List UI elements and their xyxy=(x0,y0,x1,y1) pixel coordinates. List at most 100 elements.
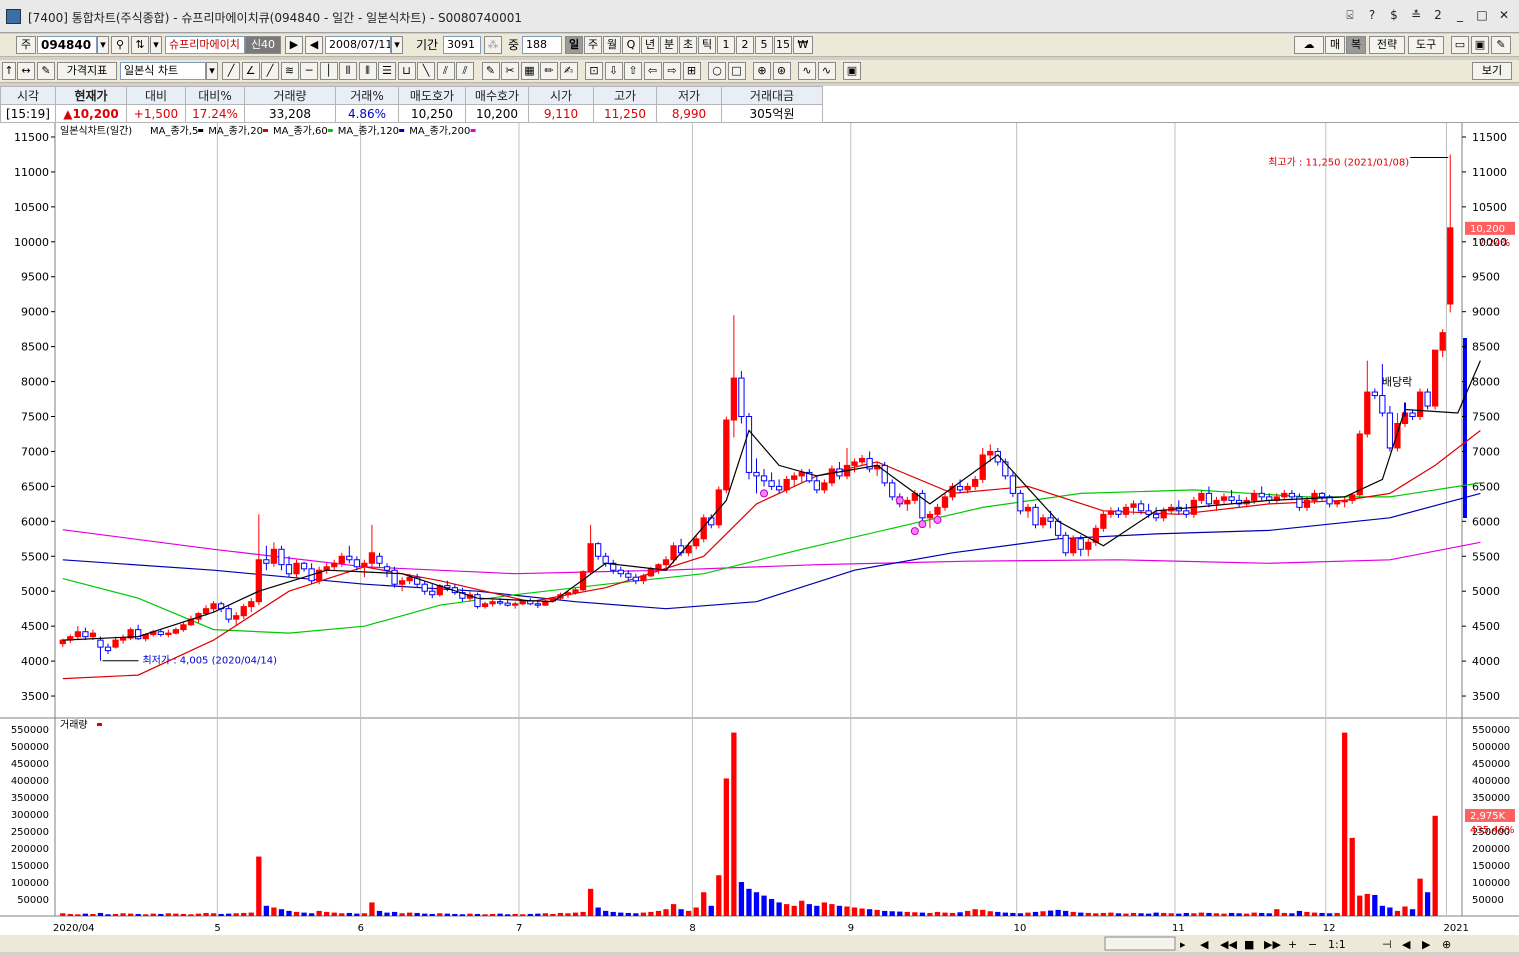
candle-body xyxy=(926,513,934,519)
candle-body xyxy=(157,631,164,636)
square-tool-icon[interactable]: □ xyxy=(727,62,746,80)
candle-body xyxy=(1281,492,1288,498)
candle-body xyxy=(1039,517,1047,526)
sort-icon[interactable]: ⇅ xyxy=(131,36,149,54)
volume-bar xyxy=(1319,912,1325,916)
candle-body xyxy=(1198,492,1205,501)
save-icon[interactable]: ▣ xyxy=(1471,36,1489,54)
currency-icon[interactable]: $ xyxy=(1385,6,1403,24)
interval-tick[interactable]: 틱 xyxy=(698,36,716,54)
interval-day[interactable]: 일 xyxy=(565,36,583,54)
zoom-in-tool-icon[interactable]: ⊕ xyxy=(753,62,771,80)
stock-name-field[interactable]: 슈프리마에이치 xyxy=(165,36,245,54)
count-input[interactable]: 188 xyxy=(522,36,562,54)
search-icon[interactable]: ⚲ xyxy=(111,36,129,54)
right-tool-icon[interactable]: ⇨ xyxy=(663,62,681,80)
cycle2-tool-icon[interactable]: ⦀ xyxy=(358,62,377,80)
volume-bar xyxy=(293,911,300,916)
close-button[interactable]: ✕ xyxy=(1495,6,1513,24)
interval-2[interactable]: 2 xyxy=(736,36,754,54)
move-icon[interactable]: ↔ xyxy=(17,62,35,80)
hline-tool-icon[interactable]: ─ xyxy=(300,62,318,80)
multi-button[interactable]: 복 xyxy=(1346,36,1366,54)
interval-15[interactable]: 15 xyxy=(774,36,792,54)
trade-button[interactable]: 매 xyxy=(1325,36,1345,54)
chart-svg[interactable]: 2020/04 5 6 7 8 9 10 11 12 2021 3500 3500 4000 4000 45… xyxy=(0,123,1519,952)
circle-tool-icon[interactable]: ○ xyxy=(708,62,726,80)
grid-tool-icon[interactable]: ▦ xyxy=(520,62,539,80)
market-select[interactable]: 주 xyxy=(16,36,36,54)
zoom-fit-tool-icon[interactable]: ⊛ xyxy=(772,62,791,80)
candle-body xyxy=(1100,513,1107,529)
chart-area[interactable]: 2020/04 5 6 7 8 9 10 11 12 2021 3500 3500 4000 4000 45… xyxy=(0,123,1519,952)
link-icon[interactable]: ⍃ xyxy=(1341,6,1359,24)
cloud-icon[interactable]: ☁ xyxy=(1294,36,1324,54)
interval-week[interactable]: 주 xyxy=(584,36,602,54)
channel-tool-icon[interactable]: ⊔ xyxy=(397,62,416,80)
prev-icon[interactable]: ◀ xyxy=(305,36,323,54)
currency-button[interactable]: ₩ xyxy=(793,36,813,54)
fibo-tool-icon[interactable]: ≋ xyxy=(280,62,299,80)
stepper-icon[interactable]: ⁂ xyxy=(484,36,502,54)
ray-tool-icon[interactable]: ╲ xyxy=(417,62,435,80)
candle-body xyxy=(180,624,187,631)
capture-tool-icon[interactable]: ▣ xyxy=(843,62,861,80)
tools-button[interactable]: 도구 xyxy=(1408,36,1444,54)
date-input[interactable]: 2008/07/11 xyxy=(325,36,391,54)
up-tool-icon[interactable]: ⇧ xyxy=(624,62,642,80)
interval-5[interactable]: 5 xyxy=(755,36,773,54)
frame-tool-icon[interactable]: ⊡ xyxy=(585,62,603,80)
chart-type-dropdown-icon[interactable]: ▾ xyxy=(206,62,218,80)
trend-tool-icon[interactable]: ╱ xyxy=(261,62,279,80)
title-bar: [7400] 통합차트(주식종합) - 슈프리마에이치큐(094840 - 일간… xyxy=(0,0,1519,33)
strategy-button[interactable]: 전략 xyxy=(1369,36,1405,54)
next-icon[interactable]: ▶ xyxy=(285,36,303,54)
box-tool-icon[interactable]: ⊞ xyxy=(682,62,701,80)
down-tool-icon[interactable]: ⇩ xyxy=(604,62,623,80)
interval-month[interactable]: 월 xyxy=(603,36,621,54)
edit-icon[interactable]: ✎ xyxy=(37,62,55,80)
parallel-tool-icon[interactable]: ⫽ xyxy=(436,62,455,80)
code-input[interactable]: 094840 xyxy=(37,36,97,54)
cycle-tool-icon[interactable]: ⦀ xyxy=(339,62,357,80)
note-tool-icon[interactable]: ✍ xyxy=(559,62,578,80)
candle-body xyxy=(300,562,308,570)
angle-tool-icon[interactable]: ∠ xyxy=(241,62,260,80)
chart-type-select[interactable]: 일본식 차트 xyxy=(120,62,206,80)
interval-year[interactable]: 년 xyxy=(641,36,659,54)
volume-bar xyxy=(1326,913,1333,916)
wave-tool-icon[interactable]: ∿ xyxy=(798,62,816,80)
sort-dropdown-icon[interactable]: ▾ xyxy=(150,36,162,54)
table-tool-icon[interactable]: ☰ xyxy=(378,62,396,80)
settings-icon[interactable]: ≛ xyxy=(1407,6,1425,24)
eraser-tool-icon[interactable]: ✏ xyxy=(540,62,558,80)
candle-body xyxy=(376,555,383,564)
help-icon[interactable]: ? xyxy=(1363,6,1381,24)
parallel2-tool-icon[interactable]: ⫽ xyxy=(456,62,474,80)
cut-tool-icon[interactable]: ✂ xyxy=(501,62,519,80)
wrench-icon[interactable]: ✎ xyxy=(1491,36,1511,54)
value-bid: 10,200 xyxy=(465,104,529,123)
view-button[interactable]: 보기 xyxy=(1472,62,1512,80)
code-dropdown-icon[interactable]: ▾ xyxy=(97,36,109,54)
left-tool-icon[interactable]: ⇦ xyxy=(643,62,662,80)
period-input[interactable]: 3091 xyxy=(443,36,481,54)
up-arrow-icon[interactable]: ↑ xyxy=(2,62,16,80)
interval-minute[interactable]: 분 xyxy=(660,36,678,54)
minimize-button[interactable]: _ xyxy=(1451,6,1469,24)
number-icon[interactable]: 2 xyxy=(1429,6,1447,24)
vline-tool-icon[interactable]: │ xyxy=(319,62,338,80)
date-dropdown-icon[interactable]: ▾ xyxy=(391,36,403,54)
maximize-button[interactable]: □ xyxy=(1473,6,1491,24)
open-icon[interactable]: ▭ xyxy=(1451,36,1469,54)
interval-quarter[interactable]: Q xyxy=(622,36,640,54)
wave2-tool-icon[interactable]: ∿ xyxy=(817,62,836,80)
indicator-button[interactable]: 가격지표 xyxy=(57,62,117,80)
line-tool-icon[interactable]: ╱ xyxy=(222,62,240,80)
volume-bar xyxy=(474,913,481,916)
pencil-tool-icon[interactable]: ✎ xyxy=(481,62,500,80)
interval-second[interactable]: 초 xyxy=(679,36,697,54)
volume-bar xyxy=(158,913,164,916)
interval-1[interactable]: 1 xyxy=(717,36,735,54)
candle-body xyxy=(1288,492,1296,498)
